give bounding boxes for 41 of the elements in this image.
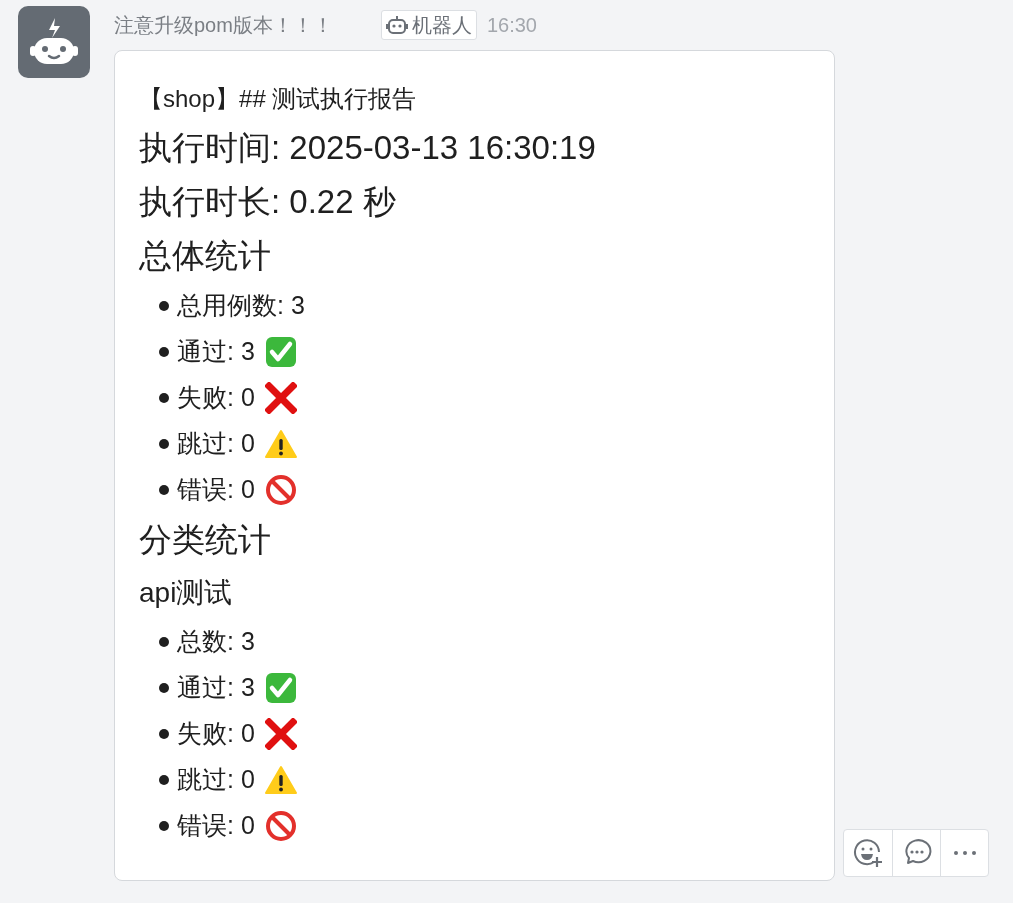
list-item-text: 通过: 3 <box>177 672 255 704</box>
message-time: 16:30 <box>486 13 537 38</box>
bullet <box>159 393 169 403</box>
warning-icon <box>264 428 297 460</box>
bullet <box>159 821 169 831</box>
bot-badge: 机器人 <box>380 10 477 40</box>
bullet <box>159 775 169 785</box>
prohibited-icon <box>264 474 297 506</box>
robot-icon <box>385 14 408 36</box>
list-item-text: 通过: 3 <box>177 336 255 368</box>
bullet <box>159 485 169 495</box>
prohibited-icon <box>264 810 297 842</box>
section-heading: 总体统计 <box>139 236 272 276</box>
more-icon <box>952 850 977 856</box>
bullet <box>159 683 169 693</box>
report-title: 【shop】## 测试执行报告 <box>139 84 418 114</box>
cross-icon <box>264 718 297 750</box>
section-heading: 分类统计 <box>139 520 272 560</box>
list-item-text: 错误: 0 <box>177 810 255 842</box>
warning-icon <box>264 764 297 796</box>
bullet <box>159 729 169 739</box>
section-subheading: api测试 <box>139 576 234 610</box>
list-item-text: 总用例数: 3 <box>177 290 305 322</box>
section-heading: 执行时间: 2025-03-13 16:30:19 <box>139 128 597 168</box>
list-item-text: 错误: 0 <box>177 474 255 506</box>
check-icon <box>264 336 297 368</box>
list-item-text: 失败: 0 <box>177 382 255 414</box>
robot-avatar-icon <box>18 6 90 78</box>
bullet <box>159 637 169 647</box>
bullet <box>159 301 169 311</box>
section-heading: 执行时长: 0.22 秒 <box>139 182 397 222</box>
smiley-plus-icon <box>853 838 883 868</box>
sender-name: 注意升级pom版本！！！ <box>114 13 333 38</box>
list-item-text: 跳过: 0 <box>177 428 255 460</box>
list-item-text: 失败: 0 <box>177 718 255 750</box>
bullet <box>159 347 169 357</box>
cross-icon <box>264 382 297 414</box>
check-icon <box>264 672 297 704</box>
list-item-text: 总数: 3 <box>177 626 255 658</box>
bullet <box>159 439 169 449</box>
list-item-text: 跳过: 0 <box>177 764 255 796</box>
